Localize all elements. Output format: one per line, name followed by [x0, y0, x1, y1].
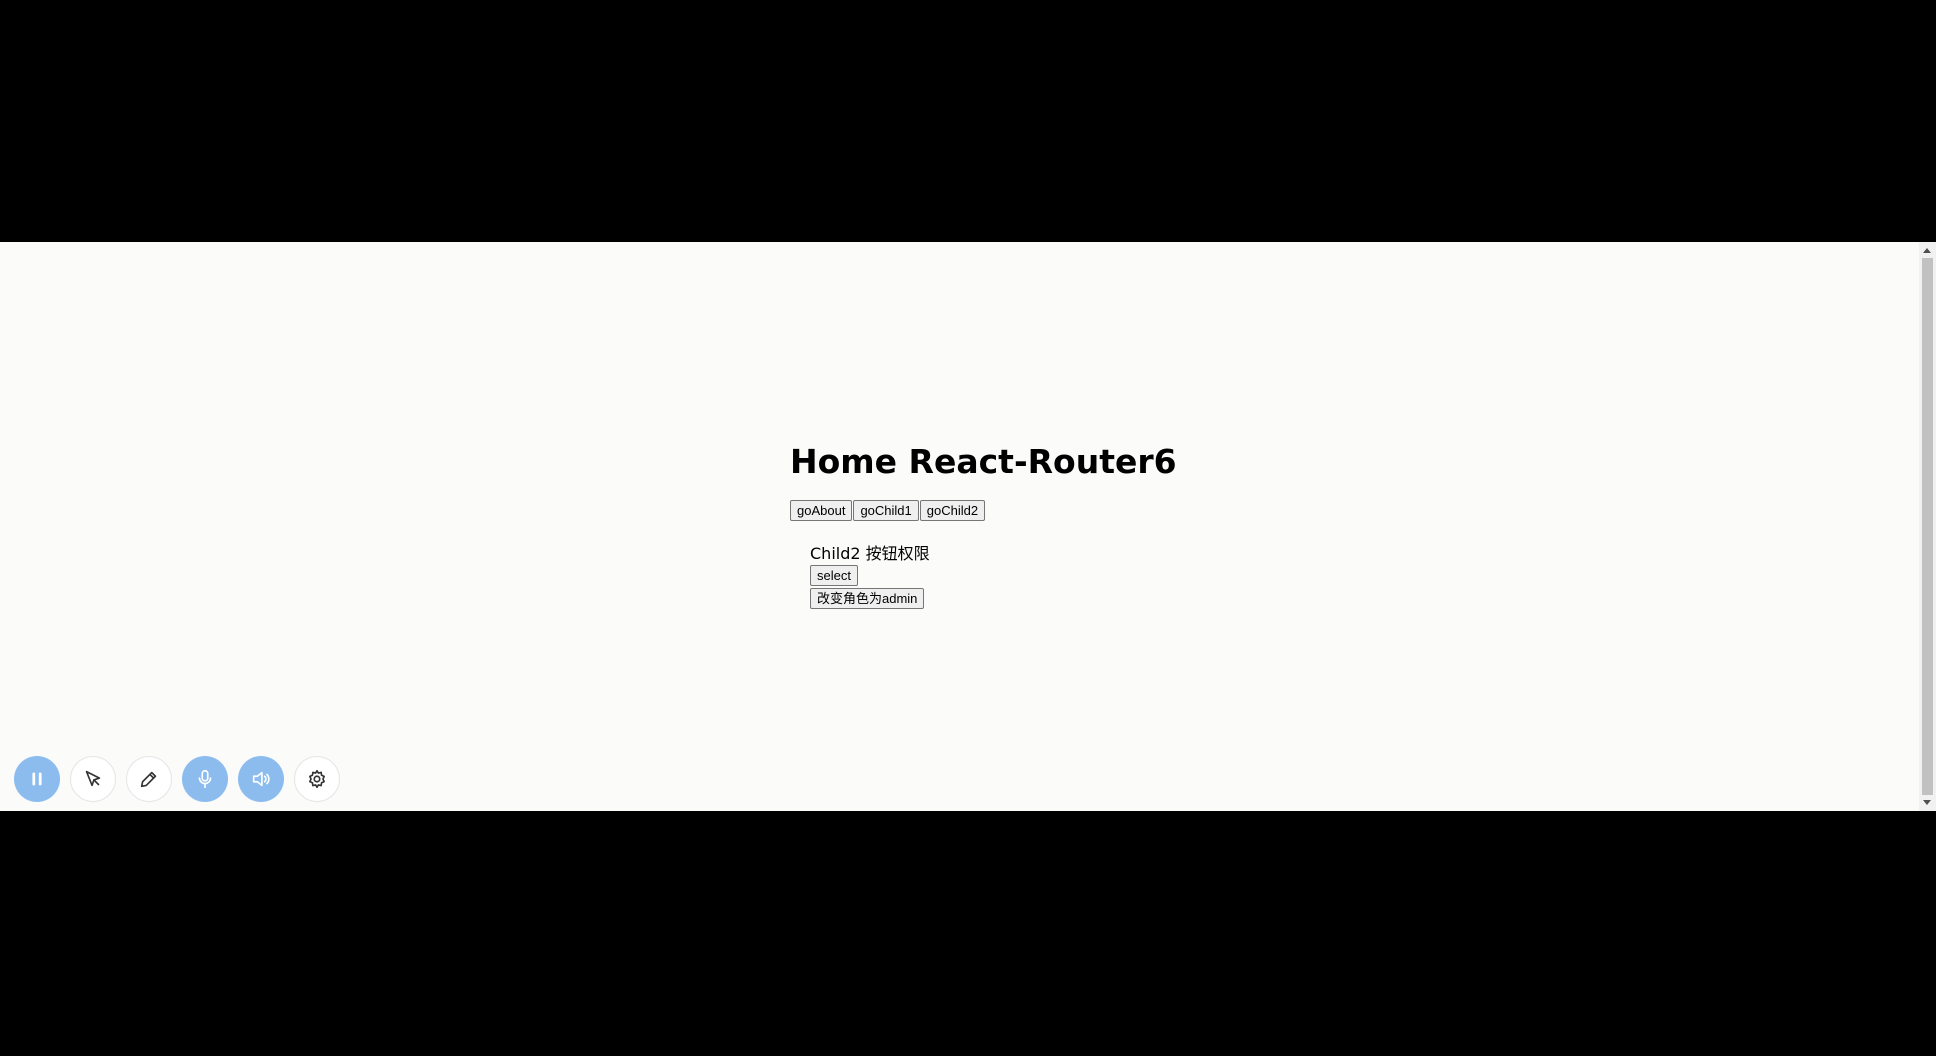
scroll-up-icon[interactable] [1923, 248, 1931, 253]
microphone-button[interactable] [182, 756, 228, 802]
home-page: Home React-Router6 goAbout goChild1 goCh… [790, 442, 1177, 611]
go-child1-button[interactable]: goChild1 [853, 500, 919, 521]
scroll-down-icon[interactable] [1923, 800, 1931, 805]
pause-button[interactable] [14, 756, 60, 802]
recording-toolbar [14, 756, 340, 802]
nav-buttons: goAbout goChild1 goChild2 [790, 500, 1177, 521]
settings-icon [309, 769, 325, 789]
scroll-thumb[interactable] [1922, 258, 1933, 795]
change-role-button[interactable]: 改变角色为admin [810, 588, 925, 609]
speaker-icon [252, 771, 270, 787]
pause-icon [32, 772, 42, 786]
pointer-button[interactable] [70, 756, 116, 802]
select-button[interactable]: select [810, 565, 858, 586]
microphone-icon [198, 769, 212, 789]
settings-button[interactable] [294, 756, 340, 802]
vertical-scrollbar[interactable] [1919, 242, 1936, 811]
speaker-button[interactable] [238, 756, 284, 802]
child2-panel: Child2 按钮权限 select 改变角色为admin [810, 543, 1177, 609]
child2-title: Child2 按钮权限 [810, 544, 930, 563]
browser-viewport: Home React-Router6 goAbout goChild1 goCh… [0, 242, 1936, 811]
go-child2-button[interactable]: goChild2 [919, 500, 986, 521]
pointer-icon [85, 770, 101, 787]
page-title: Home React-Router6 [790, 442, 1177, 481]
pen-button[interactable] [126, 756, 172, 802]
go-about-button[interactable]: goAbout [790, 500, 853, 521]
pen-icon [140, 771, 157, 788]
